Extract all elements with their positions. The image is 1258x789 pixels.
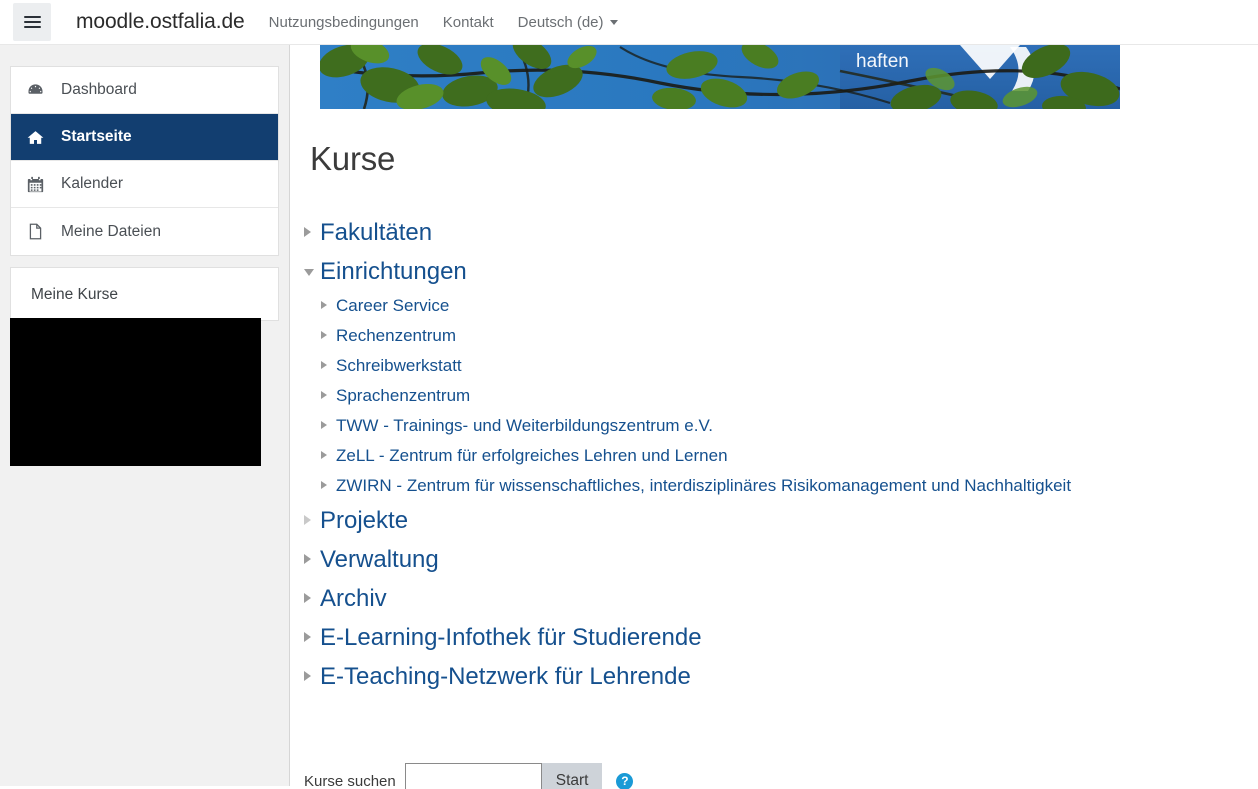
category-link[interactable]: TWW - Trainings- und Weiterbildungszentr…	[336, 411, 713, 441]
triangle-right-icon[interactable]	[321, 298, 336, 309]
subcategory-schreibwerkstatt: Schreibwerkstatt	[321, 351, 1234, 381]
course-search-form: Kurse suchen Start ?	[304, 763, 634, 789]
category-verwaltung: Verwaltung	[304, 540, 1234, 579]
course-search-label: Kurse suchen	[304, 772, 396, 789]
menu-toggle-button[interactable]	[13, 3, 51, 41]
category-row[interactable]: Career Service	[321, 291, 1234, 321]
category-row[interactable]: Archiv	[304, 579, 1234, 618]
category-link[interactable]: ZeLL - Zentrum für erfolgreiches Lehren …	[336, 441, 728, 471]
nav-link-contact[interactable]: Kontakt	[443, 14, 494, 31]
triangle-right-icon[interactable]	[304, 628, 320, 642]
category-row[interactable]: Rechenzentrum	[321, 321, 1234, 351]
category-row[interactable]: Verwaltung	[304, 540, 1234, 579]
hamburger-icon	[23, 13, 41, 31]
my-courses-block: Meine Kurse	[10, 267, 279, 321]
category-link[interactable]: Projekte	[320, 503, 408, 538]
help-circle-icon[interactable]: ?	[616, 772, 634, 789]
category-archiv: Archiv	[304, 579, 1234, 618]
category-elearning-infothek: E-Learning-Infothek für Studierende	[304, 618, 1234, 657]
subcategory-career-service: Career Service	[321, 291, 1234, 321]
subcategory-tww: TWW - Trainings- und Weiterbildungszentr…	[321, 411, 1234, 441]
language-menu[interactable]: Deutsch (de)	[518, 14, 618, 31]
subcategory-zell: ZeLL - Zentrum für erfolgreiches Lehren …	[321, 441, 1234, 471]
category-eteaching-netzwerk: E-Teaching-Netzwerk für Lehrende	[304, 657, 1234, 696]
navbar-links: Nutzungsbedingungen Kontakt Deutsch (de)	[269, 14, 618, 31]
category-row[interactable]: ZeLL - Zentrum für erfolgreiches Lehren …	[321, 441, 1234, 471]
sidebar-item-label: Meine Dateien	[61, 222, 161, 240]
triangle-right-icon[interactable]	[321, 448, 336, 459]
triangle-right-icon[interactable]	[321, 418, 336, 429]
triangle-right-icon[interactable]	[321, 328, 336, 339]
subcategory-list: Career Service Rechenzentrum Schreibwerk…	[304, 291, 1234, 501]
file-icon	[27, 223, 49, 240]
triangle-right-icon[interactable]	[304, 511, 320, 525]
triangle-right-icon[interactable]	[304, 223, 320, 237]
category-row[interactable]: Schreibwerkstatt	[321, 351, 1234, 381]
svg-text:haften: haften	[856, 51, 909, 72]
category-row[interactable]: Fakultäten	[304, 213, 1234, 252]
category-link[interactable]: E-Teaching-Netzwerk für Lehrende	[320, 659, 691, 694]
course-banner-image: haften	[320, 45, 1120, 109]
category-link[interactable]: ZWIRN - Zentrum für wissenschaftliches, …	[336, 471, 1071, 501]
category-link[interactable]: Sprachenzentrum	[336, 381, 470, 411]
sidebar-item-kalender[interactable]: Kalender	[11, 161, 278, 208]
category-row[interactable]: E-Learning-Infothek für Studierende	[304, 618, 1234, 657]
triangle-right-icon[interactable]	[304, 589, 320, 603]
category-row[interactable]: Projekte	[304, 501, 1234, 540]
category-row[interactable]: Sprachenzentrum	[321, 381, 1234, 411]
sidebar-nav-block: Dashboard Startseite Kalender Meine Date…	[10, 66, 279, 256]
course-category-tree: Fakultäten Einrichtungen Career Service	[304, 213, 1234, 696]
calendar-icon	[27, 176, 49, 193]
category-row[interactable]: Einrichtungen	[304, 252, 1234, 291]
main-content: haften Kurse Fakultäten Einrichtungen Ca…	[291, 45, 1258, 789]
triangle-down-icon[interactable]	[304, 263, 320, 276]
category-einrichtungen: Einrichtungen Career Service Rechenzentr…	[304, 252, 1234, 501]
subcategory-rechenzentrum: Rechenzentrum	[321, 321, 1234, 351]
triangle-right-icon[interactable]	[321, 478, 336, 489]
sidebar-item-label: Kalender	[61, 175, 124, 192]
category-link[interactable]: Archiv	[320, 581, 387, 616]
category-fakultaeten: Fakultäten	[304, 213, 1234, 252]
page-title: Kurse	[310, 140, 396, 177]
triangle-right-icon[interactable]	[321, 388, 336, 399]
sidebar-item-label: Dashboard	[61, 81, 137, 98]
sidebar-item-label: Startseite	[61, 128, 132, 145]
language-menu-label: Deutsch (de)	[517, 13, 604, 31]
subcategory-sprachenzentrum: Sprachenzentrum	[321, 381, 1234, 411]
course-search-submit-button[interactable]: Start	[541, 763, 603, 789]
category-link[interactable]: Einrichtungen	[320, 254, 467, 289]
category-projekte: Projekte	[304, 501, 1234, 540]
dashboard-icon	[27, 82, 49, 99]
category-link[interactable]: Schreibwerkstatt	[336, 351, 462, 381]
redacted-content-area	[10, 318, 261, 466]
course-search-input[interactable]	[404, 763, 542, 789]
subcategory-zwirn: ZWIRN - Zentrum für wissenschaftliches, …	[321, 471, 1234, 501]
triangle-right-icon[interactable]	[304, 550, 320, 564]
category-link[interactable]: Rechenzentrum	[336, 321, 456, 351]
category-row[interactable]: TWW - Trainings- und Weiterbildungszentr…	[321, 411, 1234, 441]
category-link[interactable]: Verwaltung	[320, 542, 439, 577]
sidebar: Dashboard Startseite Kalender Meine Date…	[0, 45, 290, 786]
top-navbar: moodle.ostfalia.de Nutzungsbedingungen K…	[0, 0, 1258, 45]
triangle-right-icon[interactable]	[304, 667, 320, 681]
sidebar-item-meine-dateien[interactable]: Meine Dateien	[11, 208, 278, 255]
category-link[interactable]: Career Service	[336, 291, 449, 321]
sidebar-item-startseite[interactable]: Startseite	[11, 114, 278, 161]
site-brand[interactable]: moodle.ostfalia.de	[76, 10, 245, 34]
nav-link-terms[interactable]: Nutzungsbedingungen	[269, 14, 419, 31]
my-courses-block-title: Meine Kurse	[31, 286, 119, 303]
chevron-down-icon	[609, 19, 618, 25]
home-icon	[27, 129, 49, 146]
sidebar-item-dashboard[interactable]: Dashboard	[11, 67, 278, 114]
category-row[interactable]: E-Teaching-Netzwerk für Lehrende	[304, 657, 1234, 696]
triangle-right-icon[interactable]	[321, 358, 336, 369]
category-link[interactable]: E-Learning-Infothek für Studierende	[320, 620, 702, 655]
category-link[interactable]: Fakultäten	[320, 215, 432, 250]
category-row[interactable]: ZWIRN - Zentrum für wissenschaftliches, …	[321, 471, 1234, 501]
